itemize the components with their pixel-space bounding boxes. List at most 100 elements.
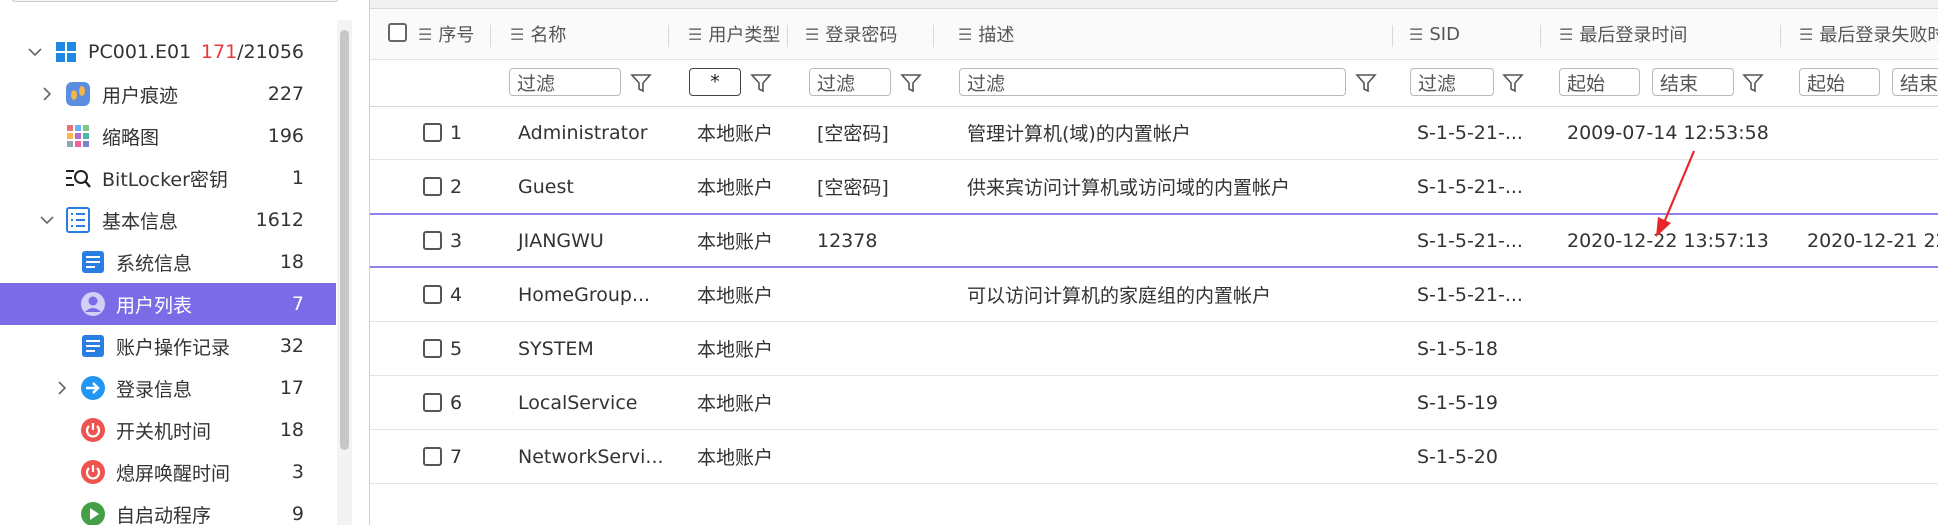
- filter-name-input[interactable]: 过滤: [509, 68, 621, 96]
- row-checkbox[interactable]: [423, 447, 442, 466]
- cell-password: [空密码]: [817, 177, 889, 199]
- account-log-icon: [80, 333, 106, 359]
- tree-item-label: BitLocker密钥: [102, 168, 228, 191]
- annotation-arrow-icon: [1656, 150, 1696, 237]
- tree-item-count: 196: [267, 125, 304, 147]
- cell-name: JIANGWU: [518, 229, 604, 252]
- column-header-last-login[interactable]: ☰ 最后登录时间: [1559, 9, 1687, 59]
- filter-funnel-icon[interactable]: [1355, 72, 1377, 94]
- power-icon: [80, 417, 106, 443]
- row-checkbox[interactable]: [423, 177, 442, 196]
- filter-funnel-icon[interactable]: [900, 72, 922, 94]
- cell-name: LocalService: [518, 391, 638, 414]
- filter-last-login-end[interactable]: 结束: [1652, 68, 1734, 96]
- cell-last-fail: 2020-12-21 22: [1807, 229, 1938, 252]
- power-icon: [80, 459, 106, 485]
- column-header-name[interactable]: ☰ 名称: [510, 9, 566, 59]
- tree-item-count: 32: [279, 335, 304, 357]
- table-row[interactable]: 5 SYSTEM 本地账户 S-1-5-18: [370, 322, 1938, 376]
- tree-item-account-log[interactable]: 账户操作记录 32: [0, 325, 336, 367]
- cell-sid: S-1-5-18: [1417, 337, 1498, 360]
- tree-item-user-list[interactable]: 用户列表 7: [0, 283, 336, 325]
- system-info-icon: [80, 249, 106, 275]
- cell-name: Administrator: [518, 121, 648, 144]
- column-lines-icon: ☰: [418, 24, 433, 44]
- play-icon: [80, 501, 106, 525]
- tree-item-count: 18: [279, 251, 304, 273]
- row-checkbox[interactable]: [423, 339, 442, 358]
- sidebar-search-bar[interactable]: [10, 0, 340, 2]
- table-row[interactable]: 7 NetworkServi... 本地账户 S-1-5-20: [370, 430, 1938, 484]
- panel-top-border: [370, 0, 1938, 9]
- tree-item-count: 171/21056: [200, 41, 304, 63]
- filter-password-input[interactable]: 过滤: [809, 68, 891, 96]
- column-header-user-type[interactable]: ☰ 用户类型: [688, 9, 780, 59]
- tree-item-pc001[interactable]: PC001.E01 171/21056: [0, 31, 336, 73]
- filter-description-input[interactable]: 过滤: [959, 68, 1346, 96]
- tree-item-count: 7: [291, 293, 304, 315]
- cell-sid: S-1-5-19: [1417, 391, 1498, 414]
- thumbnail-grid-icon: [65, 123, 91, 149]
- tree-item-label: 开关机时间: [116, 420, 212, 443]
- column-lines-icon: ☰: [958, 24, 973, 44]
- tree-item-label: 基本信息: [102, 210, 179, 233]
- user-table-panel: ☰ 序号 ☰ 名称 ☰ 用户类型 ☰ 登录密码 ☰ 描述 ☰ SID ☰ 最后登录时间 ☰ 最后…: [369, 0, 1938, 525]
- tree-item-autostart[interactable]: 自启动程序 9: [0, 493, 336, 525]
- filter-last-fail-start[interactable]: 起始: [1799, 68, 1880, 96]
- filter-funnel-icon[interactable]: [750, 72, 772, 94]
- row-checkbox[interactable]: [423, 285, 442, 304]
- filter-last-login-start[interactable]: 起始: [1559, 68, 1640, 96]
- cell-sid: S-1-5-20: [1417, 445, 1498, 468]
- tree-item-system-info[interactable]: 系统信息 18: [0, 241, 336, 283]
- column-lines-icon: ☰: [805, 24, 820, 44]
- tree-item-basic-info[interactable]: 基本信息 1612: [0, 199, 336, 241]
- select-all-checkbox[interactable]: [388, 23, 407, 42]
- chevron-right-icon[interactable]: [38, 85, 56, 103]
- cell-user-type: 本地账户: [697, 285, 774, 307]
- tree-item-user-traces[interactable]: 用户痕迹 227: [0, 73, 336, 115]
- table-row[interactable]: 4 HomeGroup... 本地账户 可以访问计算机的家庭组的内置帐户 S-1…: [370, 268, 1938, 322]
- column-header-last-fail[interactable]: ☰最后登录失败时间: [1799, 9, 1938, 59]
- table-header: ☰ 序号 ☰ 名称 ☰ 用户类型 ☰ 登录密码 ☰ 描述 ☰ SID ☰ 最后登录时间 ☰ 最后…: [370, 9, 1938, 60]
- sidebar-scrollbar-thumb[interactable]: [340, 30, 349, 450]
- cell-user-type: 本地账户: [697, 339, 774, 361]
- column-header-password[interactable]: ☰ 登录密码: [805, 9, 897, 59]
- filter-funnel-icon[interactable]: [1742, 72, 1764, 94]
- row-checkbox[interactable]: [423, 123, 442, 142]
- tree-item-count: 9: [291, 503, 304, 525]
- cell-sid: S-1-5-21-...: [1417, 283, 1523, 306]
- tree-item-count: 17: [279, 377, 304, 399]
- tree-item-thumbnails[interactable]: 缩略图 196: [0, 115, 336, 157]
- chevron-right-icon[interactable]: [53, 379, 71, 397]
- filter-type-input[interactable]: *: [689, 68, 741, 96]
- tree-item-bitlocker[interactable]: BitLocker密钥 1: [0, 157, 336, 199]
- chevron-down-icon[interactable]: [38, 211, 56, 229]
- filter-funnel-icon[interactable]: [630, 72, 652, 94]
- column-header-sid[interactable]: ☰ SID: [1409, 9, 1460, 59]
- cell-name: NetworkServi...: [518, 445, 664, 468]
- cell-name: HomeGroup...: [518, 283, 651, 306]
- column-lines-icon: ☰: [1799, 24, 1814, 44]
- column-header-index[interactable]: ☰ 序号: [418, 9, 474, 59]
- tree-item-screen-wake[interactable]: 熄屏唤醒时间 3: [0, 451, 336, 493]
- row-checkbox[interactable]: [423, 393, 442, 412]
- tree-item-power-times[interactable]: 开关机时间 18: [0, 409, 336, 451]
- tree-item-label: 熄屏唤醒时间: [116, 462, 231, 485]
- cell-index: 3: [450, 229, 463, 252]
- cell-user-type: 本地账户: [697, 177, 774, 199]
- filter-sid-input[interactable]: 过滤: [1410, 68, 1494, 96]
- filter-last-fail-end[interactable]: 结束: [1892, 68, 1938, 96]
- cell-name: Guest: [518, 175, 574, 198]
- row-checkbox[interactable]: [423, 231, 442, 250]
- cell-index: 6: [450, 391, 463, 414]
- column-header-description[interactable]: ☰ 描述: [958, 9, 1014, 59]
- table-row[interactable]: 6 LocalService 本地账户 S-1-5-19: [370, 376, 1938, 430]
- column-lines-icon: ☰: [688, 24, 703, 44]
- tree-item-count: 1: [291, 167, 304, 189]
- chevron-down-icon[interactable]: [26, 43, 44, 61]
- tree-item-login-info[interactable]: 登录信息 17: [0, 367, 336, 409]
- tree-item-label: 用户列表: [116, 294, 193, 317]
- filter-funnel-icon[interactable]: [1502, 72, 1524, 94]
- list-document-icon: [65, 207, 91, 233]
- user-icon: [80, 291, 106, 317]
